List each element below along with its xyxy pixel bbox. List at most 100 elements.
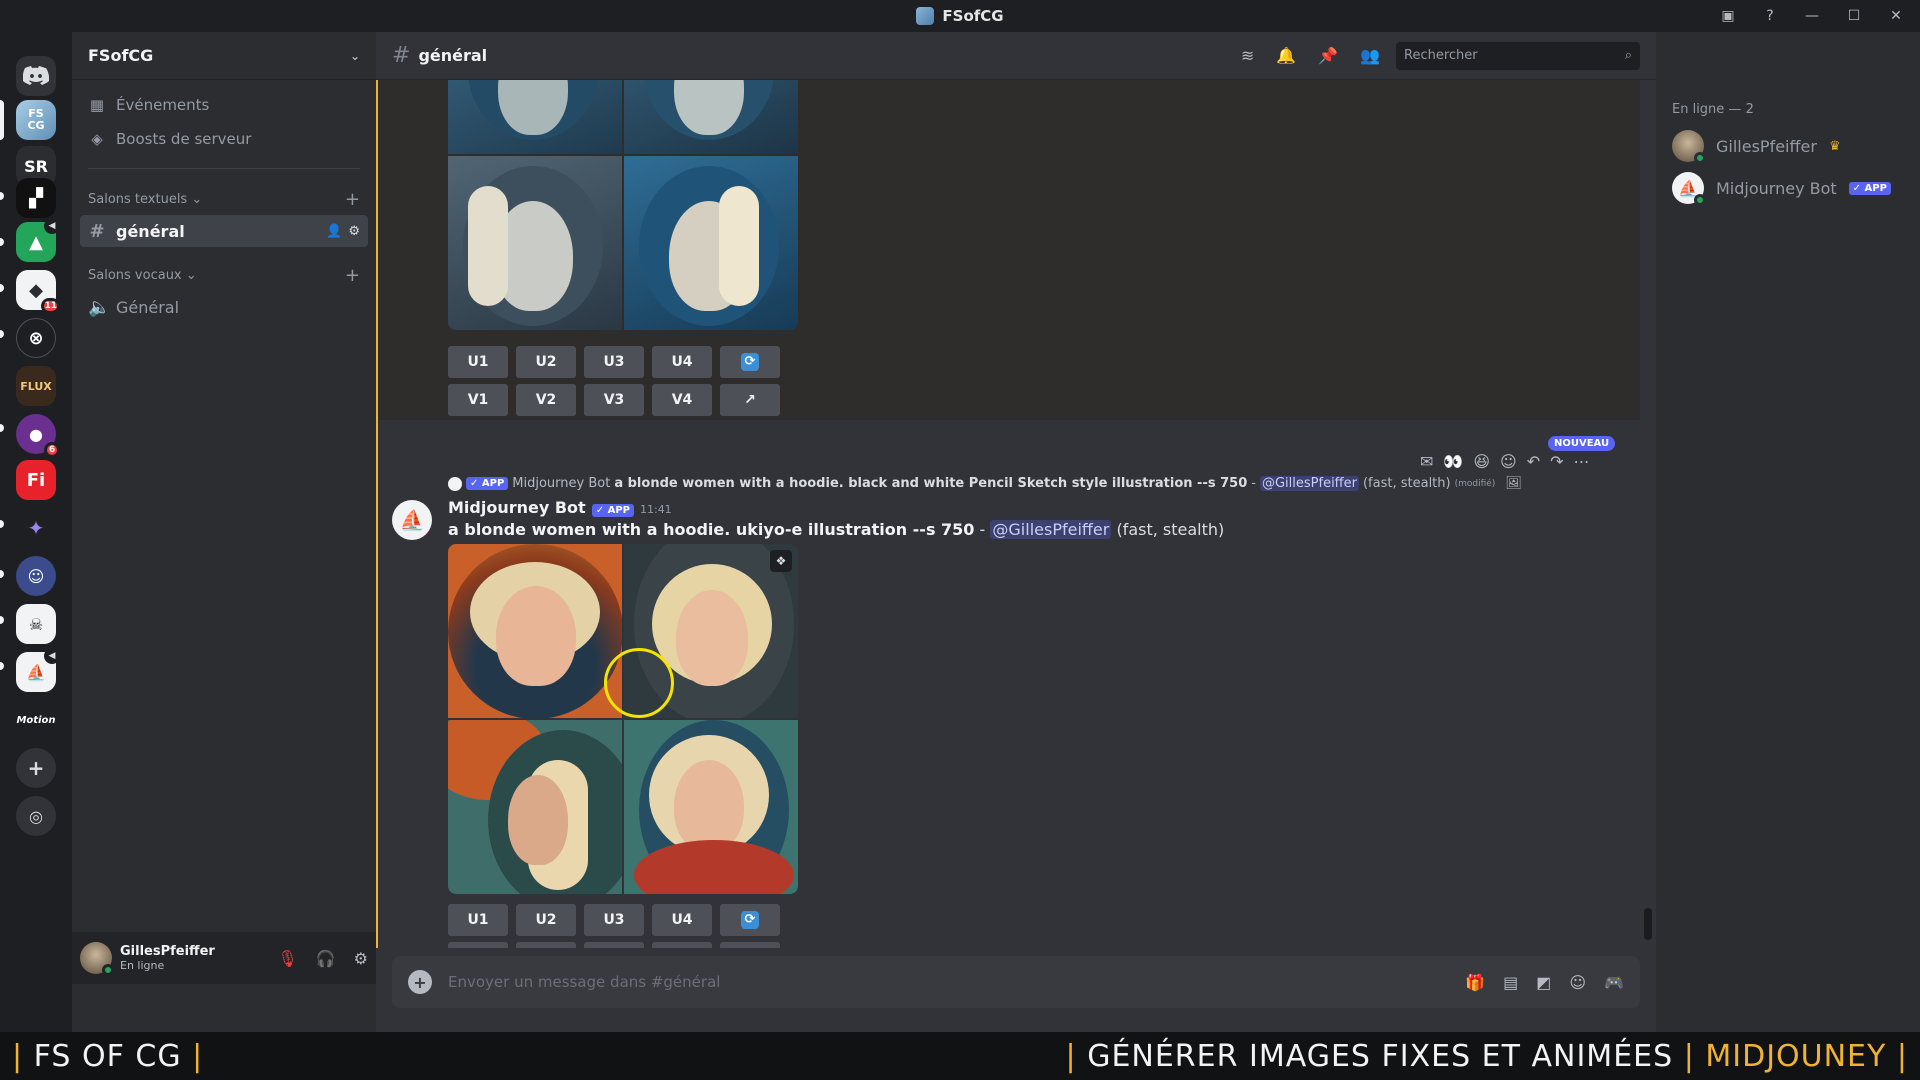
- server-5[interactable]: ◆ 11: [16, 270, 60, 314]
- v1-button[interactable]: V1: [448, 384, 508, 416]
- open-web-button[interactable]: ↗: [720, 384, 780, 416]
- gif-icon[interactable]: ▤: [1503, 973, 1518, 992]
- more-icon[interactable]: ⋯: [1574, 452, 1590, 471]
- add-reaction-icon[interactable]: ☺: [1500, 452, 1517, 471]
- message-composer[interactable]: + Envoyer un message dans #général 🎁 ▤ ◩…: [392, 956, 1640, 1008]
- add-attachment-icon[interactable]: +: [408, 970, 432, 994]
- eyes-icon[interactable]: 👀: [1443, 452, 1463, 471]
- add-server-button[interactable]: +: [16, 748, 56, 788]
- sticker-icon[interactable]: ◩: [1536, 973, 1551, 992]
- text-category[interactable]: Salons textuels ⌄ +: [72, 185, 376, 213]
- voice-category[interactable]: Salons vocaux ⌄ +: [72, 261, 376, 289]
- u2-button[interactable]: U2: [516, 904, 576, 936]
- image-tile[interactable]: [448, 720, 622, 894]
- pin-icon[interactable]: 📌: [1318, 46, 1338, 65]
- envelope-icon[interactable]: ✉: [1420, 452, 1433, 471]
- close-button[interactable]: ✕: [1886, 6, 1906, 26]
- server-icon: [916, 7, 935, 25]
- gear-icon[interactable]: ⚙: [348, 224, 360, 239]
- message-author[interactable]: Midjourney Bot: [448, 498, 586, 517]
- server-flux[interactable]: FLUX: [16, 366, 56, 406]
- image-tile[interactable]: [448, 80, 622, 154]
- image-grid-ukiyoe[interactable]: ❖: [448, 544, 798, 894]
- reply-mention[interactable]: @GillesPfeiffer: [1259, 476, 1359, 491]
- invite-icon[interactable]: 👤: [326, 224, 342, 239]
- minimize-button[interactable]: —: [1802, 6, 1822, 26]
- reroll-button[interactable]: ⟳: [720, 346, 780, 378]
- help-icon[interactable]: ?: [1760, 6, 1780, 26]
- bot-avatar[interactable]: ⛵: [392, 500, 432, 540]
- server-motion[interactable]: Motion: [16, 700, 56, 740]
- reply-icon[interactable]: ↶: [1527, 452, 1540, 471]
- server-header[interactable]: FSofCG ⌄: [72, 32, 376, 80]
- server-10[interactable]: ✦: [16, 508, 56, 548]
- member-item[interactable]: ⛵ Midjourney Bot ✓ APP: [1672, 172, 1891, 206]
- v3-button[interactable]: V3: [584, 942, 644, 948]
- member-item[interactable]: GillesPfeiffer ♛: [1672, 130, 1841, 164]
- apps-icon[interactable]: ❖: [770, 550, 792, 572]
- open-web-button[interactable]: ↗: [720, 942, 780, 948]
- gift-icon[interactable]: 🎁: [1465, 973, 1485, 992]
- image-tile[interactable]: [448, 544, 622, 718]
- avatar[interactable]: [80, 942, 114, 976]
- v1-button[interactable]: V1: [448, 942, 508, 948]
- image-tile[interactable]: [448, 156, 622, 330]
- add-channel-icon[interactable]: +: [345, 189, 360, 210]
- headphones-icon[interactable]: 🎧: [316, 949, 336, 968]
- u3-button[interactable]: U3: [584, 346, 644, 378]
- image-tile[interactable]: [624, 156, 798, 330]
- image-grid-sketch[interactable]: [448, 80, 798, 330]
- v3-button[interactable]: V3: [584, 384, 644, 416]
- server-8[interactable]: ● 6: [16, 414, 60, 458]
- v4-button[interactable]: V4: [652, 942, 712, 948]
- gamepad-icon[interactable]: 🎮: [1604, 973, 1624, 992]
- u3-button[interactable]: U3: [584, 904, 644, 936]
- text-category-label: Salons textuels: [88, 191, 188, 207]
- server-13[interactable]: ⛵ ◀: [16, 648, 60, 692]
- upscale-buttons: U1 U2 U3 U4 ⟳: [448, 346, 780, 378]
- server-6[interactable]: ⊗: [16, 318, 56, 358]
- server-3[interactable]: ▞: [16, 178, 56, 218]
- image-tile[interactable]: [624, 80, 798, 154]
- members-icon[interactable]: 👥: [1360, 46, 1380, 65]
- maximize-button[interactable]: ☐: [1844, 6, 1864, 26]
- events-item[interactable]: ▦ Événements: [80, 88, 368, 122]
- u4-button[interactable]: U4: [652, 346, 712, 378]
- gear-icon[interactable]: ⚙: [354, 949, 368, 968]
- server-fsofcg[interactable]: FS CG: [16, 100, 56, 140]
- message-suffix: (fast, stealth): [1116, 520, 1225, 539]
- scrollbar[interactable]: [1644, 908, 1652, 940]
- mic-muted-icon[interactable]: 🎙: [277, 949, 297, 968]
- laugh-icon[interactable]: 😆: [1473, 452, 1490, 471]
- u1-button[interactable]: U1: [448, 904, 508, 936]
- image-tile[interactable]: [624, 720, 798, 894]
- server-11[interactable]: ☺: [16, 556, 56, 596]
- reply-reference[interactable]: ✓ APP Midjourney Bot a blonde women with…: [448, 476, 1522, 491]
- bell-icon[interactable]: 🔔: [1276, 46, 1296, 65]
- u1-button[interactable]: U1: [448, 346, 508, 378]
- server-4[interactable]: ▲ ◀: [16, 218, 60, 262]
- channel-general[interactable]: # général 👤 ⚙: [80, 215, 368, 247]
- explore-icon[interactable]: ◎: [16, 796, 56, 836]
- v4-button[interactable]: V4: [652, 384, 712, 416]
- u4-button[interactable]: U4: [652, 904, 712, 936]
- v2-button[interactable]: V2: [516, 384, 576, 416]
- message-dash: -: [979, 520, 986, 539]
- search-input[interactable]: Rechercher ⌕: [1396, 41, 1640, 70]
- voice-channel-general[interactable]: 🔈 Général: [80, 291, 368, 323]
- server-12[interactable]: ☠: [16, 604, 56, 644]
- app-tag: ✓ APP: [1848, 181, 1891, 195]
- inbox-icon[interactable]: ▣: [1718, 6, 1738, 26]
- forward-icon[interactable]: ↷: [1550, 452, 1563, 471]
- discord-home-button[interactable]: [16, 56, 56, 96]
- reroll-button[interactable]: ⟳: [720, 904, 780, 936]
- server-fi[interactable]: Fi: [16, 460, 56, 500]
- v2-button[interactable]: V2: [516, 942, 576, 948]
- emoji-icon[interactable]: ☺: [1569, 973, 1586, 992]
- threads-icon[interactable]: ≋: [1241, 46, 1254, 65]
- u2-button[interactable]: U2: [516, 346, 576, 378]
- message-mention[interactable]: @GillesPfeiffer: [990, 520, 1112, 539]
- add-channel-icon[interactable]: +: [345, 265, 360, 286]
- unread-pill: [0, 238, 4, 246]
- boosts-item[interactable]: ◈ Boosts de serveur: [80, 122, 368, 156]
